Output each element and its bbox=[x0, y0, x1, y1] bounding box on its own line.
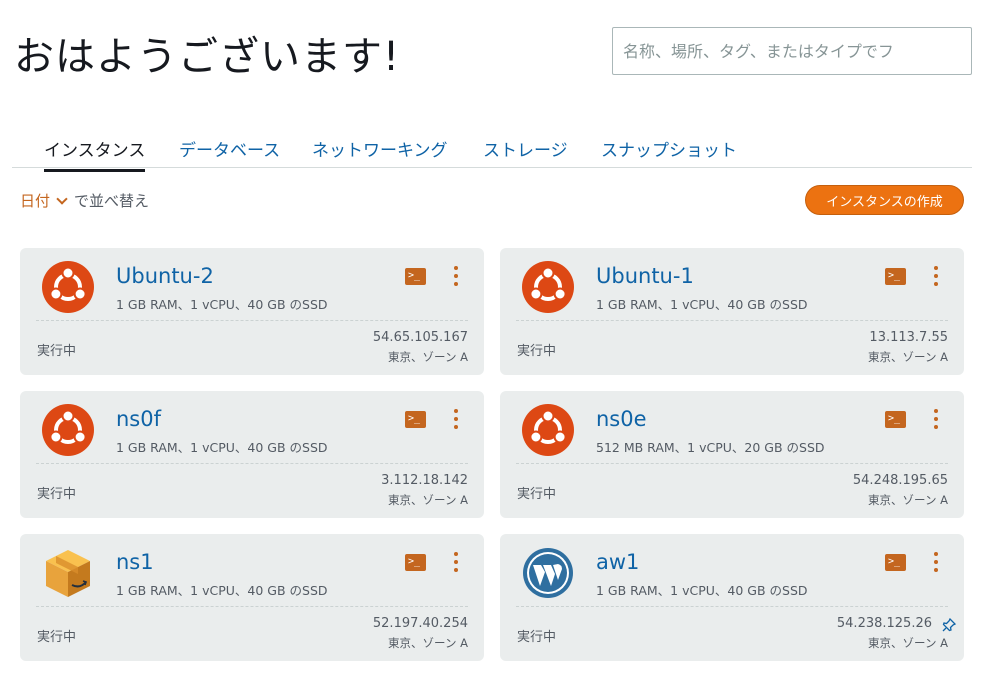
instance-card: ns0e 512 MB RAM、1 vCPU、20 GB のSSD >_ 実行中… bbox=[500, 391, 964, 518]
instance-status: 実行中 bbox=[517, 344, 557, 359]
instance-card: Ubuntu-2 1 GB RAM、1 vCPU、40 GB のSSD >_ 実… bbox=[20, 248, 484, 375]
tab-storage[interactable]: ストレージ bbox=[483, 136, 568, 169]
tab-instances[interactable]: インスタンス bbox=[44, 136, 146, 172]
instance-name[interactable]: Ubuntu-1 bbox=[596, 264, 694, 288]
instance-spec: 512 MB RAM、1 vCPU、20 GB のSSD bbox=[596, 440, 825, 455]
terminal-icon[interactable]: >_ bbox=[885, 554, 906, 571]
sort-control: 日付 で並べ替え bbox=[20, 190, 149, 211]
instance-spec: 1 GB RAM、1 vCPU、40 GB のSSD bbox=[116, 583, 328, 598]
page-title: おはようございます! bbox=[14, 34, 401, 80]
instance-ip: 13.113.7.55 bbox=[869, 330, 948, 345]
instance-name[interactable]: aw1 bbox=[596, 550, 639, 574]
instance-zone: 東京、ゾーン A bbox=[868, 493, 948, 507]
instance-status: 実行中 bbox=[517, 630, 557, 645]
tab-networking[interactable]: ネットワーキング bbox=[312, 136, 448, 169]
wordpress-logo-icon bbox=[523, 548, 573, 598]
kebab-menu-icon[interactable] bbox=[930, 265, 942, 287]
instance-spec: 1 GB RAM、1 vCPU、40 GB のSSD bbox=[596, 583, 808, 598]
tab-databases[interactable]: データベース bbox=[179, 136, 280, 169]
card-divider bbox=[36, 320, 468, 321]
card-divider bbox=[36, 463, 468, 464]
instance-spec: 1 GB RAM、1 vCPU、40 GB のSSD bbox=[596, 297, 808, 312]
instance-status: 実行中 bbox=[37, 344, 77, 359]
terminal-icon[interactable]: >_ bbox=[405, 411, 426, 428]
kebab-menu-icon[interactable] bbox=[930, 408, 942, 430]
instance-ip: 3.112.18.142 bbox=[381, 473, 468, 488]
instance-spec: 1 GB RAM、1 vCPU、40 GB のSSD bbox=[116, 440, 328, 455]
tab-bar: インスタンス データベース ネットワーキング ストレージ スナップショット bbox=[12, 130, 972, 172]
instance-spec: 1 GB RAM、1 vCPU、40 GB のSSD bbox=[116, 297, 328, 312]
kebab-menu-icon[interactable] bbox=[450, 408, 462, 430]
search-input[interactable] bbox=[612, 27, 972, 75]
pin-icon[interactable] bbox=[942, 618, 956, 632]
tab-snapshots[interactable]: スナップショット bbox=[601, 136, 737, 169]
instance-ip: 52.197.40.254 bbox=[372, 616, 468, 631]
card-divider bbox=[516, 463, 948, 464]
terminal-icon[interactable]: >_ bbox=[405, 268, 426, 285]
instance-zone: 東京、ゾーン A bbox=[388, 636, 468, 650]
instance-ip: 54.65.105.167 bbox=[372, 330, 468, 345]
create-instance-button[interactable]: インスタンスの作成 bbox=[805, 185, 964, 215]
card-divider bbox=[516, 320, 948, 321]
terminal-icon[interactable]: >_ bbox=[405, 554, 426, 571]
instance-status: 実行中 bbox=[37, 487, 77, 502]
instance-card: ns1 1 GB RAM、1 vCPU、40 GB のSSD >_ 実行中 52… bbox=[20, 534, 484, 661]
instance-name[interactable]: ns0e bbox=[596, 407, 647, 431]
instance-card: Ubuntu-1 1 GB RAM、1 vCPU、40 GB のSSD >_ 実… bbox=[500, 248, 964, 375]
card-divider bbox=[516, 606, 948, 607]
card-divider bbox=[36, 606, 468, 607]
instance-status: 実行中 bbox=[37, 630, 77, 645]
instance-zone: 東京、ゾーン A bbox=[868, 350, 948, 364]
terminal-icon[interactable]: >_ bbox=[885, 411, 906, 428]
instance-ip: 54.248.195.65 bbox=[852, 473, 948, 488]
instance-card: ns0f 1 GB RAM、1 vCPU、40 GB のSSD >_ 実行中 3… bbox=[20, 391, 484, 518]
instance-name[interactable]: ns1 bbox=[116, 550, 154, 574]
ubuntu-logo-icon bbox=[522, 404, 574, 456]
instance-name[interactable]: ns0f bbox=[116, 407, 161, 431]
sort-key-label: 日付 bbox=[20, 192, 51, 210]
sort-label: で並べ替え bbox=[74, 192, 150, 210]
instance-zone: 東京、ゾーン A bbox=[388, 350, 468, 364]
amazon-box-icon bbox=[46, 550, 90, 597]
kebab-menu-icon[interactable] bbox=[930, 551, 942, 573]
instance-ip: 54.238.125.26 bbox=[836, 616, 932, 631]
terminal-icon[interactable]: >_ bbox=[885, 268, 906, 285]
ubuntu-logo-icon bbox=[522, 261, 574, 313]
instance-status: 実行中 bbox=[517, 487, 557, 502]
ubuntu-logo-icon bbox=[42, 404, 94, 456]
ubuntu-logo-icon bbox=[42, 261, 94, 313]
chevron-down-icon bbox=[56, 192, 68, 205]
instance-zone: 東京、ゾーン A bbox=[388, 493, 468, 507]
instance-name[interactable]: Ubuntu-2 bbox=[116, 264, 214, 288]
instance-card: aw1 1 GB RAM、1 vCPU、40 GB のSSD >_ 実行中 54… bbox=[500, 534, 964, 661]
kebab-menu-icon[interactable] bbox=[450, 551, 462, 573]
sort-dropdown[interactable]: 日付 bbox=[20, 190, 74, 211]
kebab-menu-icon[interactable] bbox=[450, 265, 462, 287]
instance-zone: 東京、ゾーン A bbox=[868, 636, 948, 650]
